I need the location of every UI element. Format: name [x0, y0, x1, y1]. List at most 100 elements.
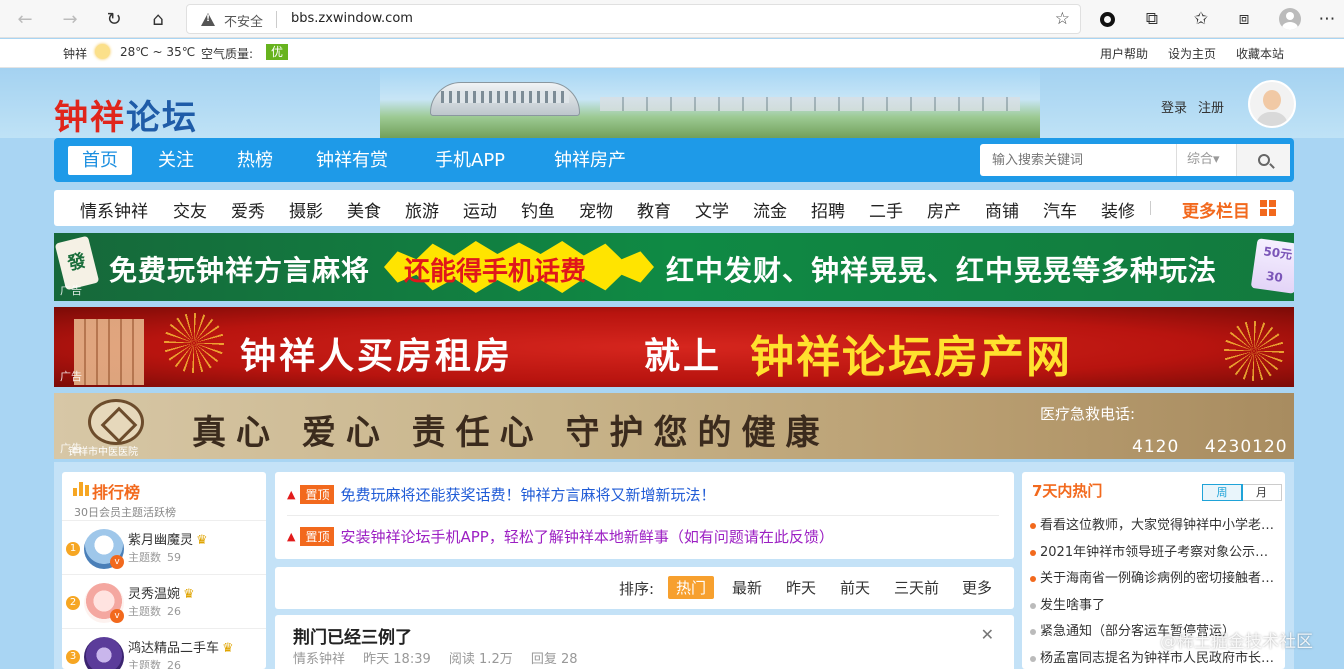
site-logo[interactable]: 钟祥论坛: [54, 90, 198, 139]
address-bar[interactable]: 不安全 bbs.zxwindow.com ☆: [186, 4, 1081, 34]
help-link[interactable]: 用户帮助: [1100, 45, 1148, 62]
category-item[interactable]: 交友: [173, 197, 207, 222]
tab-week[interactable]: 周: [1201, 484, 1244, 501]
post-card[interactable]: 荆门已经三例了 情系钟祥 昨天 18:39 阅读 1.2万 回复 28 ✕: [275, 615, 1014, 669]
category-item[interactable]: 招聘: [811, 197, 845, 222]
ranking-item[interactable]: 1 v 紫月幽魔灵 ♛ 主题数 59: [62, 520, 266, 574]
category-item[interactable]: 二手: [869, 197, 903, 222]
member-name-text: 紫月幽魔灵: [128, 533, 194, 548]
member-name[interactable]: 鸿达精品二手车 ♛: [128, 637, 234, 656]
category-item[interactable]: 文学: [695, 197, 729, 222]
list-item[interactable]: 发生啥事了: [1030, 596, 1280, 623]
category-item[interactable]: 摄影: [289, 197, 323, 222]
topic-count-label: 主题数: [128, 551, 161, 564]
profile-button[interactable]: [1276, 5, 1304, 33]
list-item[interactable]: 看看这位教师，大家觉得钟祥中小学老师怎么样: [1030, 516, 1280, 543]
ad-banner-mahjong[interactable]: 發 免费玩钟祥方言麻将 还能得手机话费 红中发财、钟祥晃晃、红中晃晃等多种玩法 …: [54, 233, 1294, 301]
ranking-item[interactable]: 2 v 灵秀温婉 ♛ 主题数 26: [62, 574, 266, 628]
home-button[interactable]: ⌂: [143, 4, 173, 34]
close-icon[interactable]: ✕: [981, 625, 994, 644]
sticky-post[interactable]: ▲ 置顶 免费玩麻将还能获奖话费！钟祥方言麻将又新增新玩法！: [287, 484, 716, 506]
search-button[interactable]: [1236, 144, 1290, 176]
more-columns-link[interactable]: 更多栏目: [1182, 197, 1250, 222]
post-title[interactable]: 荆门已经三例了: [293, 623, 412, 648]
record-button[interactable]: [1093, 5, 1121, 33]
sort-more[interactable]: 更多: [954, 576, 1000, 599]
category-item[interactable]: 流金: [753, 197, 787, 222]
nav-real-estate[interactable]: 钟祥房产: [540, 146, 640, 175]
member-name[interactable]: 灵秀温婉 ♛: [128, 583, 195, 602]
ad-tagline: 红中发财、钟祥晃晃、红中晃晃等多种玩法: [666, 254, 1218, 287]
temperature: 28℃ ~ 35℃: [120, 45, 196, 59]
extensions-button[interactable]: ⧉: [1138, 5, 1166, 33]
logo-red-text: 钟祥: [54, 98, 126, 138]
ranking-item[interactable]: 3 鸿达精品二手车 ♛ 主题数 26: [62, 628, 266, 669]
category-item[interactable]: 运动: [463, 197, 497, 222]
url-text[interactable]: bbs.zxwindow.com: [291, 11, 413, 26]
category-item[interactable]: 美食: [347, 197, 381, 222]
hot-topics-title: 7天内热门: [1032, 482, 1103, 500]
add-favorite-icon[interactable]: ☆: [1055, 9, 1070, 29]
sort-yesterday[interactable]: 昨天: [778, 576, 824, 599]
list-item[interactable]: 2021年钟祥市领导班子考察对象公示公告: [1030, 543, 1280, 570]
list-item[interactable]: 关于海南省一例确诊病例的密切接触者情况通报: [1030, 569, 1280, 596]
avatar[interactable]: [84, 637, 124, 669]
ad-banner-hospital[interactable]: 钟祥市中医医院 真心 爱心 责任心 守护您的健康 医疗急救电话: 4120 42…: [54, 393, 1294, 459]
sort-hot[interactable]: 热门: [668, 576, 715, 599]
sort-three-days[interactable]: 三天前: [886, 576, 947, 599]
back-button[interactable]: ←: [10, 4, 40, 34]
user-avatar[interactable]: [1248, 80, 1296, 128]
sticky-post-link[interactable]: 免费玩麻将还能获奖话费！钟祥方言麻将又新增新玩法！: [340, 486, 715, 504]
address-divider: [276, 11, 277, 28]
nav-reward[interactable]: 钟祥有赏: [302, 146, 402, 175]
sort-label: 排序:: [619, 580, 655, 598]
grid-icon[interactable]: [1260, 200, 1276, 216]
warning-icon[interactable]: [201, 13, 215, 26]
city-label: 钟祥: [63, 47, 88, 61]
sort-day-before[interactable]: 前天: [832, 576, 878, 599]
sticky-posts: ▲ 置顶 免费玩麻将还能获奖话费！钟祥方言麻将又新增新玩法！ ▲ 置顶 安装钟祥论坛手机…: [275, 472, 1014, 559]
topic-count: 主题数 59: [128, 549, 181, 565]
sticky-post-link[interactable]: 安装钟祥论坛手机APP，轻松了解钟祥本地新鲜事（如有问题请在此反馈）: [340, 528, 833, 546]
category-item[interactable]: 房产: [927, 197, 961, 222]
firework-icon: [164, 313, 224, 373]
security-status[interactable]: 不安全: [224, 11, 263, 30]
sticky-post[interactable]: ▲ 置顶 安装钟祥论坛手机APP，轻松了解钟祥本地新鲜事（如有问题请在此反馈）: [287, 526, 834, 548]
member-name[interactable]: 紫月幽魔灵 ♛: [128, 529, 208, 548]
category-item[interactable]: 商铺: [985, 197, 1019, 222]
nav-home[interactable]: 首页: [68, 146, 132, 175]
category-item[interactable]: 情系钟祥: [80, 197, 148, 222]
post-board[interactable]: 情系钟祥: [293, 652, 345, 667]
nav-mobile-app[interactable]: 手机APP: [421, 146, 519, 175]
tab-month[interactable]: 月: [1242, 485, 1281, 500]
bookmark-link[interactable]: 收藏本站: [1236, 45, 1284, 62]
nav-hot[interactable]: 热榜: [223, 146, 287, 175]
city-skyline: [600, 97, 1020, 111]
reload-button[interactable]: ↻: [99, 4, 129, 34]
login-link[interactable]: 登录: [1161, 97, 1187, 116]
settings-menu-button[interactable]: ⋯: [1313, 5, 1341, 33]
topic-count-value: 26: [167, 605, 181, 618]
register-link[interactable]: 注册: [1198, 97, 1224, 116]
ranking-panel: 排行榜 30日会员主题活跃榜 1 v 紫月幽魔灵 ♛ 主题数 59 2 v 灵秀温婉…: [62, 472, 266, 669]
search-input[interactable]: [980, 144, 1176, 176]
collections-button[interactable]: ⧈: [1230, 5, 1258, 33]
category-item[interactable]: 汽车: [1043, 197, 1077, 222]
category-item[interactable]: 装修: [1101, 197, 1135, 222]
hospital-logo-icon: [88, 399, 144, 445]
favorites-button[interactable]: ✩: [1187, 5, 1215, 33]
category-item[interactable]: 爱秀: [231, 197, 265, 222]
search-scope-select[interactable]: 综合▾: [1176, 144, 1236, 176]
category-item[interactable]: 教育: [637, 197, 671, 222]
verified-icon: v: [110, 609, 124, 623]
ad-banner-real-estate[interactable]: 钟祥人买房租房 就上 钟祥论坛房产网 广告: [54, 307, 1294, 387]
category-item[interactable]: 旅游: [405, 197, 439, 222]
category-item[interactable]: 钓鱼: [521, 197, 555, 222]
sort-latest[interactable]: 最新: [724, 576, 770, 599]
category-item[interactable]: 宠物: [579, 197, 613, 222]
nav-follow[interactable]: 关注: [144, 146, 208, 175]
member-name-text: 灵秀温婉: [128, 587, 181, 602]
set-homepage-link[interactable]: 设为主页: [1168, 45, 1216, 62]
forward-button[interactable]: →: [55, 4, 85, 34]
arrow-left-icon: ←: [17, 8, 33, 30]
